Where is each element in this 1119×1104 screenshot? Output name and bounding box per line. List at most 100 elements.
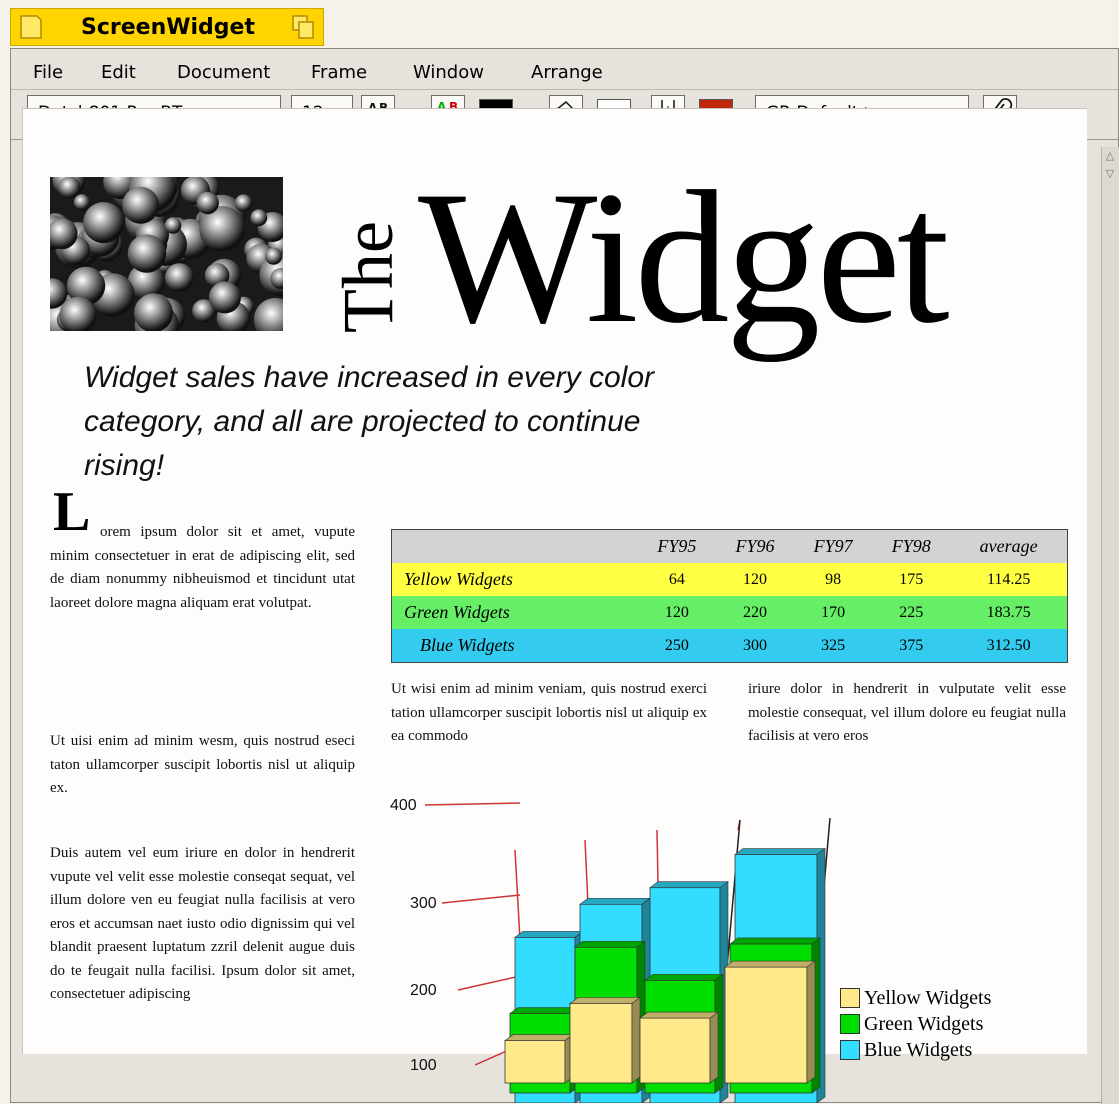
window-title: ScreenWidget <box>81 15 255 40</box>
col1-p1-text: orem ipsum dolor sit et amet, vupute min… <box>50 524 355 611</box>
y-grid-line <box>457 975 521 991</box>
column1-paragraph2: Ut uisi enim ad minim wesm, quis nostrud… <box>50 733 355 796</box>
scroll-down-icon[interactable]: ▽ <box>1102 165 1118 183</box>
table-cell: 225 <box>899 603 924 621</box>
column2-paragraph: Ut wisi enim ad minim veniam, quis nostr… <box>391 681 707 744</box>
bar-yellow-fy96 <box>569 1003 633 1084</box>
sales-bar-chart: 100 200 300 400 <box>390 797 831 1103</box>
table-header-cell: FY95 <box>637 529 716 563</box>
bar-top-face <box>569 997 641 1004</box>
bubble <box>122 186 160 224</box>
legend-label: Green Widgets <box>864 1012 984 1035</box>
legend-label: Blue Widgets <box>864 1038 973 1061</box>
table-row: Green Widgets 120 220 170 225 183.75 <box>391 596 1068 629</box>
bubble <box>196 191 219 215</box>
legend-swatch <box>840 1014 860 1034</box>
bar-top-face <box>639 1011 719 1019</box>
bubble <box>83 202 125 244</box>
sales-table: FY95 FY96 FY97 FY98 average Yellow Widge… <box>391 529 1068 663</box>
table-header-row: FY95 FY96 FY97 FY98 average <box>391 529 1068 563</box>
title-the: The <box>340 221 400 333</box>
table-row-label: Yellow Widgets <box>404 569 513 589</box>
y-grid-line <box>424 802 521 806</box>
bar-yellow-fy95 <box>504 1040 566 1084</box>
close-box-icon[interactable] <box>19 14 43 40</box>
bar-yellow-fy98 <box>724 966 808 1084</box>
table-row-label: Green Widgets <box>404 602 510 622</box>
bar-top-face <box>579 897 651 905</box>
column3-paragraph: iriure dolor in hendrerit in vulputate v… <box>748 681 1066 744</box>
column1-paragraph1: orem ipsum dolor sit et amet, vupute min… <box>50 521 355 615</box>
y-grid-line <box>441 894 521 904</box>
zoom-box-icon[interactable] <box>291 14 315 40</box>
table-cell: 300 <box>742 636 767 654</box>
bar-top-face <box>729 937 821 945</box>
menu-arrange[interactable]: Arrange <box>531 62 603 83</box>
bar-side-face <box>709 1011 719 1084</box>
bar-top-face <box>504 1034 574 1041</box>
bubble <box>58 177 81 199</box>
table-cell: 120 <box>742 570 767 588</box>
back-wall-line <box>584 839 589 906</box>
bubble <box>234 194 253 212</box>
menu-window[interactable]: Window <box>413 62 484 83</box>
chart-legend: Yellow Widgets Green Widgets Blue Widget… <box>840 985 991 1063</box>
window-titlebar: ScreenWidget <box>0 0 1119 48</box>
menu-edit[interactable]: Edit <box>101 62 136 83</box>
table-cell: 64 <box>668 570 685 588</box>
bar-top-face <box>734 848 826 855</box>
bubble <box>134 293 173 331</box>
table-header-cell <box>391 529 638 563</box>
bubble <box>73 194 90 211</box>
table-cell: 175 <box>899 570 924 588</box>
y-tick-label: 400 <box>390 797 417 814</box>
table-cell: 250 <box>664 636 689 654</box>
table-cell: 98 <box>825 570 842 588</box>
table-cell: 325 <box>821 636 846 654</box>
bar-top-face <box>724 960 816 968</box>
bubble <box>165 263 194 292</box>
bar-top-face <box>649 881 729 888</box>
menubar: File Edit Document Frame Window Arrange <box>11 49 1118 90</box>
table-cell: 312.50 <box>986 636 1031 654</box>
y-tick-label: 100 <box>410 1057 437 1074</box>
lead-paragraph: Widget sales have increased in every col… <box>84 361 655 482</box>
table-row-label: Blue Widgets <box>420 635 515 655</box>
title-the-vertical: The <box>340 221 400 333</box>
y-tick-label: 200 <box>410 982 437 999</box>
table-header-cell: FY96 <box>715 529 795 563</box>
menu-file[interactable]: File <box>33 62 63 83</box>
menu-document[interactable]: Document <box>177 62 270 83</box>
scroll-up-icon[interactable]: △ <box>1102 147 1118 165</box>
bubble <box>127 234 167 273</box>
column1-paragraph3: Duis autem vel eum iriure en dolor in he… <box>50 845 355 1002</box>
window-title-tab[interactable]: ScreenWidget <box>10 8 324 46</box>
bar-side-face <box>631 996 641 1084</box>
table-header-cell: FY98 <box>872 529 951 563</box>
legend-swatch <box>840 988 860 1008</box>
legend-item-green: Green Widgets <box>840 1011 991 1037</box>
bar-top-face <box>514 931 584 938</box>
legend-item-yellow: Yellow Widgets <box>840 985 991 1011</box>
bubbles-image <box>50 177 283 331</box>
table-cell: 114.25 <box>986 570 1031 588</box>
bar-yellow-fy97 <box>639 1017 711 1084</box>
bubble <box>208 281 241 314</box>
title-widget: Widget <box>418 153 950 363</box>
table-header-cell: average <box>950 529 1068 563</box>
vertical-scrollbar[interactable]: △ ▽ <box>1101 147 1119 1104</box>
bar-top-face <box>644 974 724 981</box>
table-cell: 170 <box>821 603 846 621</box>
bubble <box>164 217 182 234</box>
table-cell: 120 <box>664 603 689 621</box>
back-wall-line <box>656 829 659 886</box>
legend-swatch <box>840 1040 860 1060</box>
table-row: Blue Widgets 250 300 325 375 312.50 <box>391 629 1068 663</box>
bar-top-face <box>509 1007 579 1014</box>
menu-frame[interactable]: Frame <box>311 62 367 83</box>
legend-item-blue: Blue Widgets <box>840 1037 991 1063</box>
bar-top-face <box>574 940 646 948</box>
bubble <box>265 247 283 265</box>
bubble <box>250 209 268 227</box>
y-tick-label: 300 <box>410 895 437 912</box>
